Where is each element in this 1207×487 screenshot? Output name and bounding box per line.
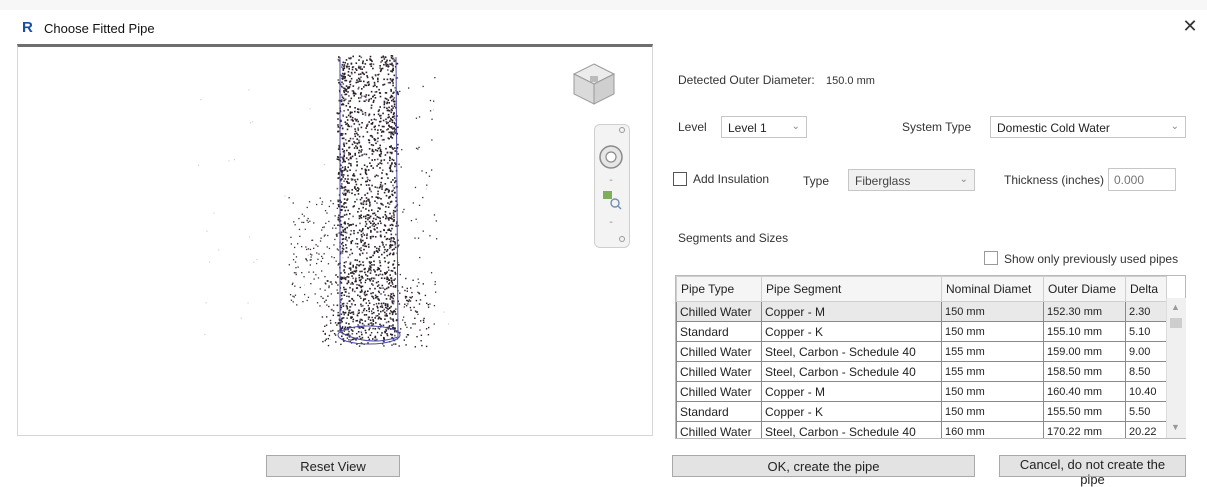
show-only-used-checkbox[interactable] — [984, 251, 998, 265]
title-bar — [0, 10, 1207, 44]
detected-diameter-label: Detected Outer Diameter: — [678, 73, 815, 87]
detected-diameter-value: 150.0 mm — [826, 75, 875, 87]
table-row[interactable]: Chilled Water Steel, Carbon - Schedule 40… — [676, 361, 1167, 382]
table-row[interactable]: Chilled Water Copper - M 150 mm 152.30 mm 2.… — [676, 301, 1167, 322]
cell-pipe-type: Standard — [676, 401, 762, 422]
cell-pipe-segment: Steel, Carbon - Schedule 40 — [761, 361, 942, 382]
zoom-region-icon[interactable] — [603, 191, 622, 210]
pipe-table: Pipe Type Pipe Segment Nominal Diamet Ou… — [676, 276, 1167, 438]
cell-delta: 5.50 — [1125, 401, 1167, 422]
scroll-down-icon[interactable]: ▼ — [1171, 422, 1180, 432]
cell-nominal-diameter: 150 mm — [941, 401, 1044, 422]
level-select-value: Level 1 — [728, 121, 767, 135]
steering-wheel-icon[interactable] — [599, 145, 623, 169]
cell-nominal-diameter: 150 mm — [941, 381, 1044, 402]
cell-delta: 8.50 — [1125, 361, 1167, 382]
cell-nominal-diameter: 155 mm — [941, 341, 1044, 362]
cell-pipe-type: Chilled Water — [676, 421, 762, 438]
point-cloud-viewport[interactable] — [17, 44, 653, 436]
cell-nominal-diameter: 160 mm — [941, 421, 1044, 438]
level-select[interactable]: Level 1 ⌄ — [721, 116, 807, 138]
close-icon[interactable]: ✕ — [1180, 16, 1200, 36]
svg-text:-: - — [609, 175, 613, 186]
cell-delta: 2.30 — [1125, 301, 1167, 322]
system-type-label: System Type — [902, 120, 972, 134]
cell-delta: 5.10 — [1125, 321, 1167, 342]
chevron-down-icon: ⌄ — [1170, 121, 1179, 132]
cell-pipe-segment: Copper - K — [761, 321, 942, 342]
reset-view-button[interactable]: Reset View — [266, 455, 400, 477]
insulation-type-label: Type — [803, 174, 830, 188]
table-row[interactable]: Chilled Water Steel, Carbon - Schedule 40… — [676, 341, 1167, 362]
cell-outer-diameter: 158.50 mm — [1043, 361, 1126, 382]
col-header-nominal-diameter[interactable]: Nominal Diamet — [941, 276, 1044, 302]
chevron-down-icon: ⌄ — [791, 121, 800, 132]
scroll-up-icon[interactable]: ▲ — [1171, 302, 1180, 312]
point-cloud — [198, 55, 450, 348]
level-label: Level — [678, 120, 707, 134]
window-title: Choose Fitted Pipe — [44, 21, 155, 36]
viewcube-icon[interactable] — [570, 60, 618, 108]
cell-outer-diameter: 170.22 mm — [1043, 421, 1126, 438]
revit-logo-icon: R — [22, 19, 33, 36]
system-type-value: Domestic Cold Water — [997, 121, 1110, 135]
navigation-bar: - - — [594, 124, 630, 248]
cell-pipe-segment: Steel, Carbon - Schedule 40 — [761, 341, 942, 362]
cell-pipe-segment: Copper - M — [761, 301, 942, 322]
add-insulation-checkbox[interactable] — [673, 172, 687, 186]
cell-outer-diameter: 155.50 mm — [1043, 401, 1126, 422]
cell-pipe-segment: Copper - K — [761, 401, 942, 422]
cell-delta: 20.22 — [1125, 421, 1167, 438]
scroll-thumb[interactable] — [1170, 318, 1182, 328]
cell-nominal-diameter: 150 mm — [941, 301, 1044, 322]
cell-outer-diameter: 160.40 mm — [1043, 381, 1126, 402]
cell-pipe-type: Chilled Water — [676, 301, 762, 322]
thickness-label: Thickness (inches) — [1004, 173, 1105, 187]
cell-outer-diameter: 152.30 mm — [1043, 301, 1126, 322]
table-row[interactable]: Chilled Water Copper - M 150 mm 160.40 mm 10… — [676, 381, 1167, 402]
table-header-row: Pipe Type Pipe Segment Nominal Diamet Ou… — [676, 276, 1167, 302]
show-only-used-label: Show only previously used pipes — [1004, 252, 1179, 266]
ok-create-pipe-button[interactable]: OK, create the pipe — [672, 455, 975, 477]
svg-text:-: - — [609, 217, 613, 228]
col-header-outer-diameter[interactable]: Outer Diame — [1043, 276, 1126, 302]
cell-nominal-diameter: 155 mm — [941, 361, 1044, 382]
cancel-button[interactable]: Cancel, do not create the pipe — [999, 455, 1186, 487]
cell-outer-diameter: 159.00 mm — [1043, 341, 1126, 362]
col-header-pipe-type[interactable]: Pipe Type — [676, 276, 762, 302]
pipe-table-container: Pipe Type Pipe Segment Nominal Diamet Ou… — [675, 275, 1186, 439]
cell-pipe-segment: Steel, Carbon - Schedule 40 — [761, 421, 942, 438]
cell-pipe-type: Standard — [676, 321, 762, 342]
cell-nominal-diameter: 150 mm — [941, 321, 1044, 342]
insulation-type-value: Fiberglass — [855, 174, 911, 188]
table-scrollbar[interactable]: ▲ ▼ — [1166, 298, 1186, 438]
thickness-input[interactable] — [1108, 168, 1176, 191]
cell-delta: 10.40 — [1125, 381, 1167, 402]
cell-pipe-type: Chilled Water — [676, 361, 762, 382]
add-insulation-label: Add Insulation — [693, 172, 770, 186]
insulation-type-select[interactable]: Fiberglass ⌄ — [848, 169, 975, 191]
table-row[interactable]: Chilled Water Steel, Carbon - Schedule 40… — [676, 421, 1167, 438]
cell-pipe-type: Chilled Water — [676, 341, 762, 362]
cell-delta: 9.00 — [1125, 341, 1167, 362]
cell-pipe-segment: Copper - M — [761, 381, 942, 402]
table-row[interactable]: Standard Copper - K 150 mm 155.10 mm 5.10 — [676, 321, 1167, 342]
table-row[interactable]: Standard Copper - K 150 mm 155.50 mm 5.50 — [676, 401, 1167, 422]
chevron-down-icon: ⌄ — [959, 174, 968, 185]
cell-outer-diameter: 155.10 mm — [1043, 321, 1126, 342]
system-type-select[interactable]: Domestic Cold Water ⌄ — [990, 116, 1186, 138]
col-header-pipe-segment[interactable]: Pipe Segment — [761, 276, 942, 302]
cell-pipe-type: Chilled Water — [676, 381, 762, 402]
col-header-delta[interactable]: Delta — [1125, 276, 1167, 302]
segments-heading: Segments and Sizes — [678, 231, 789, 245]
